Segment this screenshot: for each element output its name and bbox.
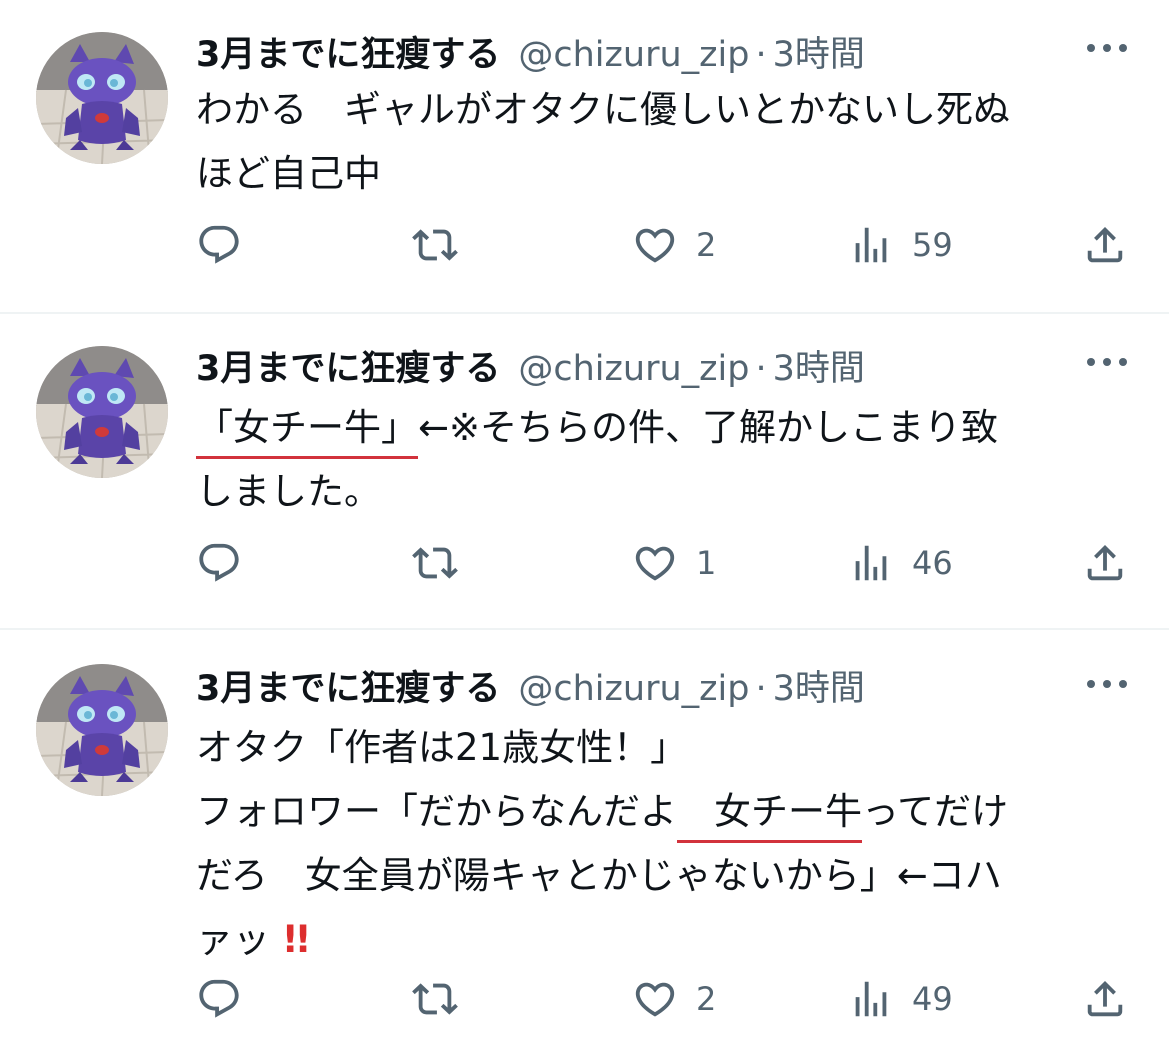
double-exclamation-emoji: !! [281,918,312,961]
tweet-text-line: 「女チー牛」←※そちらの件、了解かしこまり致 [196,396,1136,460]
views-icon [848,222,894,268]
like-icon [632,222,678,268]
share-icon [1082,540,1128,586]
display-name[interactable]: 3月までに狂瘦する [196,26,500,77]
user-handle[interactable]: @chizuru_zip [518,35,749,75]
reply-button[interactable] [196,220,242,270]
retweet-button[interactable] [412,974,458,1024]
more-icon[interactable] [1082,674,1132,694]
retweet-icon [412,222,458,268]
retweet-icon [412,976,458,1022]
tweet-text-fragment: ってだけ [862,790,1009,833]
reply-icon [196,222,242,268]
tweet-header: 3月までに狂瘦する @chizuru_zip · 3時間 [196,26,865,76]
more-icon[interactable] [1082,352,1132,372]
tweet-text-fragment: ←※そちらの件、了解かしこまり致 [418,406,999,449]
tweet-text-line: フォロワー「だからなんだよ 女チー牛ってだけ [196,780,1136,844]
like-count: 1 [696,544,717,582]
tweet-header: 3月までに狂瘦する @chizuru_zip · 3時間 [196,660,865,710]
tweet-3[interactable]: 3月までに狂瘦する @chizuru_zip · 3時間 オタク「作者は21歳女… [0,630,1169,1053]
timestamp[interactable]: 3時間 [773,26,865,77]
share-button[interactable] [1082,974,1128,1024]
like-button[interactable]: 1 [632,538,716,588]
tweet-text: 「女チー牛」←※そちらの件、了解かしこまり致 しました。 [196,396,1136,524]
views-count: 59 [912,226,953,264]
display-name[interactable]: 3月までに狂瘦する [196,340,500,391]
views-icon [848,976,894,1022]
tweet-text-fragment: フォロワー「だからなんだよ [196,790,677,833]
retweet-button[interactable] [412,220,458,270]
tweet-header: 3月までに狂瘦する @chizuru_zip · 3時間 [196,340,865,390]
reply-icon [196,540,242,586]
views-button[interactable]: 49 [848,974,953,1024]
tweet-text-line: ァッ !! [196,908,1136,972]
tweet-1[interactable]: 3月までに狂瘦する @chizuru_zip · 3時間 わかる ギャルがオタク… [0,0,1169,312]
tweet-text: オタク「作者は21歳女性！」 フォロワー「だからなんだよ 女チー牛ってだけ だろ… [196,716,1136,972]
tweet-text-fragment: ァッ [196,918,270,961]
avatar[interactable] [36,664,168,796]
like-count: 2 [696,980,717,1018]
reply-button[interactable] [196,538,242,588]
user-handle[interactable]: @chizuru_zip [518,349,749,389]
like-button[interactable]: 2 [632,974,716,1024]
share-icon [1082,976,1128,1022]
tweet-text-line: わかる ギャルがオタクに優しいとかないし死ぬ [196,88,1010,131]
underlined-phrase: 女チー牛 [677,790,862,833]
retweet-button[interactable] [412,538,458,588]
reply-button[interactable] [196,974,242,1024]
views-count: 49 [912,980,953,1018]
tweet-text: わかる ギャルがオタクに優しいとかないし死ぬ ほど自己中 [196,78,1136,206]
separator-dot: · [755,349,767,389]
tweet-text-line: しました。 [196,470,381,513]
timestamp[interactable]: 3時間 [773,660,865,711]
like-count: 2 [696,226,717,264]
share-button[interactable] [1082,220,1128,270]
tweet-text-line: オタク「作者は21歳女性！」 [196,726,688,769]
retweet-icon [412,540,458,586]
reply-icon [196,976,242,1022]
avatar[interactable] [36,346,168,478]
like-icon [632,540,678,586]
separator-dot: · [755,35,767,75]
user-handle[interactable]: @chizuru_zip [518,669,749,709]
views-button[interactable]: 46 [848,538,953,588]
display-name[interactable]: 3月までに狂瘦する [196,660,500,711]
timestamp[interactable]: 3時間 [773,340,865,391]
share-button[interactable] [1082,538,1128,588]
views-icon [848,540,894,586]
like-button[interactable]: 2 [632,220,716,270]
tweet-2[interactable]: 3月までに狂瘦する @chizuru_zip · 3時間 「女チー牛」←※そちら… [0,314,1169,628]
views-button[interactable]: 59 [848,220,953,270]
tweet-text-line: ほど自己中 [196,152,381,195]
underlined-phrase: 「女チー牛」 [196,406,418,449]
tweet-text-line: だろ 女全員が陽キャとかじゃないから」←コハ [196,854,1002,897]
share-icon [1082,222,1128,268]
avatar[interactable] [36,32,168,164]
more-icon[interactable] [1082,38,1132,58]
separator-dot: · [755,669,767,709]
views-count: 46 [912,544,953,582]
like-icon [632,976,678,1022]
